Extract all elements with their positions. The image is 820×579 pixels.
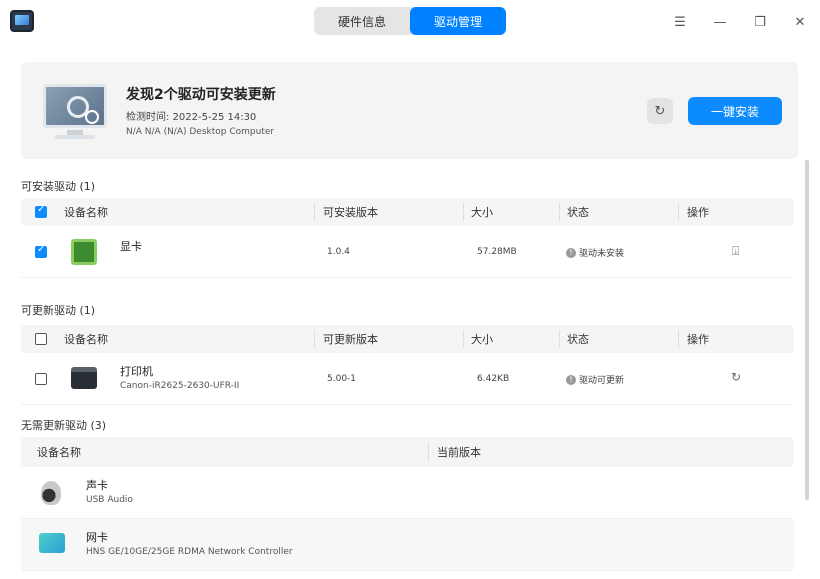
minimize-icon[interactable]: — xyxy=(709,11,731,33)
updatable-section-label: 可更新驱动 (1) xyxy=(21,304,96,317)
driver-scan-illustration-icon xyxy=(39,80,111,142)
device-model: Canon-iR2625-2630-UFR-II xyxy=(120,381,240,391)
install-all-button[interactable]: 一键安装 xyxy=(688,97,782,125)
driver-size: 57.28MB xyxy=(477,247,517,257)
col-device-name: 设备名称 xyxy=(64,206,108,219)
column-divider xyxy=(678,330,679,348)
column-divider xyxy=(463,330,464,348)
column-divider xyxy=(559,330,560,348)
uptodate-section-label: 无需更新驱动 (3) xyxy=(21,419,107,432)
device-description: N/A N/A (N/A) Desktop Computer xyxy=(126,127,275,137)
speaker-icon xyxy=(41,481,61,505)
status-text: 驱动未安装 xyxy=(579,249,625,259)
column-divider xyxy=(678,203,679,221)
device-name: 网卡 xyxy=(86,531,108,544)
column-divider xyxy=(314,330,315,348)
col-status: 状态 xyxy=(567,333,589,346)
restore-icon[interactable]: ❐ xyxy=(749,11,771,33)
row-checkbox[interactable] xyxy=(35,244,47,258)
installable-section-label: 可安装驱动 (1) xyxy=(21,180,96,193)
column-divider xyxy=(559,203,560,221)
tab-hardware-info[interactable]: 硬件信息 xyxy=(314,7,410,35)
network-card-icon xyxy=(39,533,65,553)
table-row[interactable]: 声卡 USB Audio xyxy=(21,467,794,519)
view-switcher: 硬件信息 驱动管理 xyxy=(314,7,506,35)
col-action: 操作 xyxy=(687,206,709,219)
device-model: USB Audio xyxy=(86,495,133,505)
col-device-name: 设备名称 xyxy=(64,333,108,346)
col-device-name: 设备名称 xyxy=(37,446,81,459)
col-size: 大小 xyxy=(471,333,493,346)
status-text: 驱动可更新 xyxy=(579,376,625,386)
title-bar: 硬件信息 驱动管理 ☰ — ❐ ✕ xyxy=(0,0,820,44)
table-row[interactable]: 打印机 Canon-iR2625-2630-UFR-II 5.00-1 6.42… xyxy=(21,353,794,405)
col-action: 操作 xyxy=(687,333,709,346)
scrollbar[interactable] xyxy=(805,160,809,500)
close-icon[interactable]: ✕ xyxy=(789,11,811,33)
col-status: 状态 xyxy=(567,206,589,219)
info-icon: ! xyxy=(566,247,576,258)
scan-time: 检测时间: 2022-5-25 14:30 xyxy=(126,112,257,123)
tab-driver-manager[interactable]: 驱动管理 xyxy=(410,7,506,35)
col-update-version: 可更新版本 xyxy=(323,333,378,346)
updatable-table-header: 设备名称 可更新版本 大小 状态 操作 xyxy=(21,325,794,353)
app-logo-icon xyxy=(10,10,34,32)
select-all-updatable-checkbox[interactable] xyxy=(35,333,47,345)
main-content: 发现2个驱动可安装更新 检测时间: 2022-5-25 14:30 N/A N/… xyxy=(21,62,798,572)
graphics-card-icon xyxy=(71,239,97,265)
device-name: 声卡 xyxy=(86,479,108,492)
row-checkbox[interactable] xyxy=(35,373,47,385)
col-size: 大小 xyxy=(471,206,493,219)
status-badge: ! 驱动可更新 xyxy=(566,373,624,386)
update-version: 5.00-1 xyxy=(327,374,357,384)
rescan-button[interactable]: ↻ xyxy=(647,98,673,124)
install-driver-icon[interactable]: ⍗ xyxy=(732,244,739,259)
col-current-version: 当前版本 xyxy=(437,446,481,459)
refresh-icon: ↻ xyxy=(654,103,666,119)
table-row[interactable]: 网卡 HNS GE/10GE/25GE RDMA Network Control… xyxy=(21,519,794,571)
device-name: 显卡 xyxy=(120,240,142,253)
summary-title: 发现2个驱动可安装更新 xyxy=(126,87,276,103)
installable-table-header: 设备名称 可安装版本 大小 状态 操作 xyxy=(21,198,794,226)
column-divider xyxy=(314,203,315,221)
menu-icon[interactable]: ☰ xyxy=(669,11,691,33)
device-model: HNS GE/10GE/25GE RDMA Network Controller xyxy=(86,547,293,557)
column-divider xyxy=(428,443,429,461)
device-name: 打印机 xyxy=(120,365,153,378)
update-driver-icon[interactable]: ↻ xyxy=(731,370,741,384)
select-all-installable-checkbox[interactable] xyxy=(35,204,47,218)
scan-summary-card: 发现2个驱动可安装更新 检测时间: 2022-5-25 14:30 N/A N/… xyxy=(21,62,798,159)
table-row[interactable]: 显卡 1.0.4 57.28MB ! 驱动未安装 ⍗ xyxy=(21,226,794,278)
driver-size: 6.42KB xyxy=(477,374,510,384)
install-version: 1.0.4 xyxy=(327,247,350,257)
uptodate-table-header: 设备名称 当前版本 xyxy=(21,437,794,467)
info-icon: ! xyxy=(566,374,576,385)
column-divider xyxy=(463,203,464,221)
status-badge: ! 驱动未安装 xyxy=(566,246,624,259)
col-install-version: 可安装版本 xyxy=(323,206,378,219)
printer-icon xyxy=(71,367,97,389)
